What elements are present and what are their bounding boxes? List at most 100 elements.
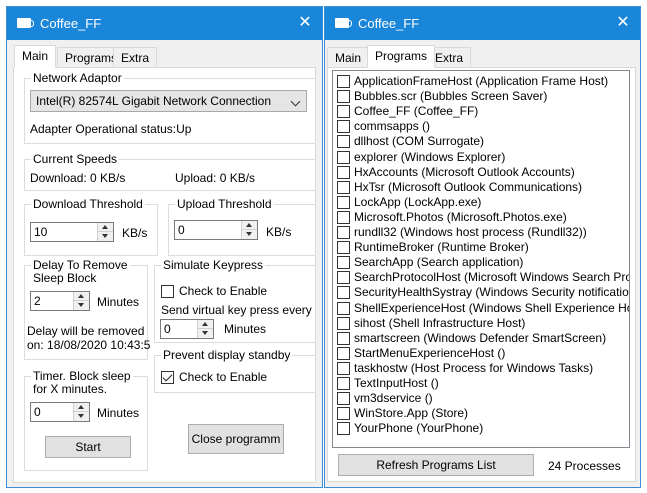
download-threshold-unit: KB/s bbox=[122, 226, 148, 240]
keypress-interval-unit: Minutes bbox=[224, 322, 267, 336]
program-checkbox[interactable] bbox=[337, 165, 350, 179]
program-checkbox[interactable] bbox=[337, 105, 350, 119]
download-threshold-stepper[interactable]: 10 bbox=[30, 222, 114, 242]
close-icon[interactable]: ✕ bbox=[612, 12, 634, 34]
timer-stepper[interactable]: 0 bbox=[30, 402, 90, 422]
program-checkbox[interactable] bbox=[337, 301, 350, 315]
program-checkbox[interactable] bbox=[337, 271, 350, 285]
programs-window: Coffee_FF ✕ Main Programs Extra Applicat… bbox=[324, 6, 641, 488]
simulate-keypress-group: Simulate Keypress Check to Enable Send v… bbox=[154, 258, 316, 343]
chevron-down-icon bbox=[290, 96, 301, 107]
program-label: TextInputHost () bbox=[354, 376, 439, 390]
simulate-enable-checkbox[interactable] bbox=[161, 285, 174, 298]
timer-title: Timer. Block sleep for X minutes. bbox=[31, 369, 133, 396]
tab-main[interactable]: Main bbox=[327, 47, 370, 69]
delay-value: 2 bbox=[34, 294, 41, 308]
program-label: Bubbles.scr (Bubbles Screen Saver) bbox=[354, 89, 548, 104]
program-checkbox[interactable] bbox=[337, 75, 350, 88]
program-checkbox[interactable] bbox=[337, 316, 350, 330]
current-speeds-title: Current Speeds bbox=[31, 152, 120, 166]
program-list[interactable]: ApplicationFrameHost (Application Frame … bbox=[332, 70, 630, 448]
program-label: WinStore.App (Store) bbox=[354, 406, 469, 421]
network-adaptor-group: Network Adaptor Intel(R) 82574L Gigabit … bbox=[24, 71, 316, 144]
program-checkbox[interactable] bbox=[337, 331, 350, 345]
program-checkbox[interactable] bbox=[337, 346, 350, 360]
window-title: Coffee_FF bbox=[358, 16, 420, 31]
spin-up-icon[interactable] bbox=[74, 292, 89, 301]
program-label: vm3dservice () bbox=[354, 391, 433, 406]
spin-down-icon[interactable] bbox=[74, 301, 89, 310]
program-checkbox[interactable] bbox=[337, 392, 350, 406]
download-threshold-title: Download Threshold bbox=[31, 197, 145, 211]
program-checkbox[interactable] bbox=[337, 361, 350, 375]
upload-speed: Upload: 0 KB/s bbox=[175, 171, 256, 185]
title-bar[interactable]: Coffee_FF ✕ bbox=[325, 7, 640, 40]
delay-stepper[interactable]: 2 bbox=[30, 291, 90, 311]
program-checkbox[interactable] bbox=[337, 286, 350, 300]
program-checkbox[interactable] bbox=[337, 226, 350, 239]
title-bar[interactable]: Coffee_FF ✕ bbox=[7, 7, 322, 40]
timer-unit: Minutes bbox=[97, 406, 140, 420]
spin-up-icon[interactable] bbox=[242, 221, 257, 230]
program-checkbox[interactable] bbox=[337, 377, 350, 390]
spin-up-icon[interactable] bbox=[198, 320, 213, 329]
simulate-keypress-title: Simulate Keypress bbox=[161, 258, 266, 272]
refresh-programs-button[interactable]: Refresh Programs List bbox=[338, 454, 534, 476]
upload-threshold-value: 0 bbox=[178, 223, 185, 237]
spin-down-icon[interactable] bbox=[74, 412, 89, 421]
delay-remove-group: Delay To Remove Sleep Block 2 Minutes De… bbox=[24, 259, 151, 360]
program-label: rundll32 (Windows host process (Rundll32… bbox=[354, 225, 587, 239]
prevent-standby-title: Prevent display standby bbox=[161, 348, 293, 362]
close-program-button[interactable]: Close programm bbox=[188, 424, 284, 454]
prevent-standby-checkbox[interactable] bbox=[161, 371, 174, 384]
program-checkbox[interactable] bbox=[337, 195, 350, 209]
spin-up-icon[interactable] bbox=[98, 223, 113, 232]
program-checkbox[interactable] bbox=[337, 90, 350, 104]
program-checkbox[interactable] bbox=[337, 407, 350, 421]
tab-extra[interactable]: Extra bbox=[113, 47, 158, 69]
program-label: YourPhone (YourPhone) bbox=[354, 421, 484, 436]
start-button[interactable]: Start bbox=[45, 436, 131, 458]
program-checkbox[interactable] bbox=[337, 256, 350, 270]
spin-up-icon[interactable] bbox=[74, 403, 89, 412]
program-label: HxAccounts (Microsoft Outlook Accounts) bbox=[354, 164, 575, 179]
delay-unit: Minutes bbox=[97, 295, 140, 309]
network-adaptor-title: Network Adaptor bbox=[31, 71, 124, 85]
spin-down-icon[interactable] bbox=[98, 232, 113, 241]
tab-main[interactable]: Main bbox=[14, 45, 57, 68]
coffee-cup-icon bbox=[335, 18, 352, 28]
program-checkbox[interactable] bbox=[337, 422, 350, 436]
simulate-enable-label[interactable]: Check to Enable bbox=[179, 284, 267, 298]
program-label: sihost (Shell Infrastructure Host) bbox=[354, 315, 526, 330]
keypress-interval-value: 0 bbox=[164, 322, 171, 336]
program-label: RuntimeBroker (Runtime Broker) bbox=[354, 240, 529, 255]
spin-down-icon[interactable] bbox=[242, 230, 257, 239]
close-icon[interactable]: ✕ bbox=[294, 12, 316, 34]
program-label: SearchProtocolHost (Microsoft Windows Se… bbox=[354, 270, 630, 285]
download-speed: Download: 0 KB/s bbox=[30, 171, 126, 185]
program-checkbox[interactable] bbox=[337, 241, 350, 255]
window-title: Coffee_FF bbox=[40, 16, 102, 31]
send-keypress-label: Send virtual key press every bbox=[161, 303, 312, 317]
keypress-interval-stepper[interactable]: 0 bbox=[160, 319, 214, 339]
program-label: ApplicationFrameHost (Application Frame … bbox=[354, 74, 609, 88]
delay-info-line2: on: 18/08/2020 10:43:5 bbox=[27, 338, 151, 352]
program-label: StartMenuExperienceHost () bbox=[354, 345, 506, 360]
spin-down-icon[interactable] bbox=[198, 329, 213, 338]
main-tab-page: Network Adaptor Intel(R) 82574L Gigabit … bbox=[13, 67, 316, 483]
program-label: taskhostw (Host Process for Windows Task… bbox=[354, 360, 594, 375]
delay-remove-title: Delay To Remove Sleep Block bbox=[31, 258, 130, 285]
download-threshold-value: 10 bbox=[34, 225, 48, 239]
program-checkbox[interactable] bbox=[337, 150, 350, 164]
adapter-select[interactable]: Intel(R) 82574L Gigabit Network Connecti… bbox=[30, 90, 307, 112]
program-checkbox[interactable] bbox=[337, 210, 350, 224]
prevent-standby-label[interactable]: Check to Enable bbox=[179, 370, 267, 384]
program-checkbox[interactable] bbox=[337, 120, 350, 134]
tab-programs[interactable]: Programs bbox=[367, 45, 436, 68]
program-label: SearchApp (Search application) bbox=[354, 255, 524, 270]
program-label: HxTsr (Microsoft Outlook Communications) bbox=[354, 179, 583, 194]
program-checkbox[interactable] bbox=[337, 180, 350, 194]
upload-threshold-group: Upload Threshold 0 KB/s bbox=[168, 197, 316, 256]
program-checkbox[interactable] bbox=[337, 135, 350, 149]
upload-threshold-stepper[interactable]: 0 bbox=[174, 220, 258, 240]
